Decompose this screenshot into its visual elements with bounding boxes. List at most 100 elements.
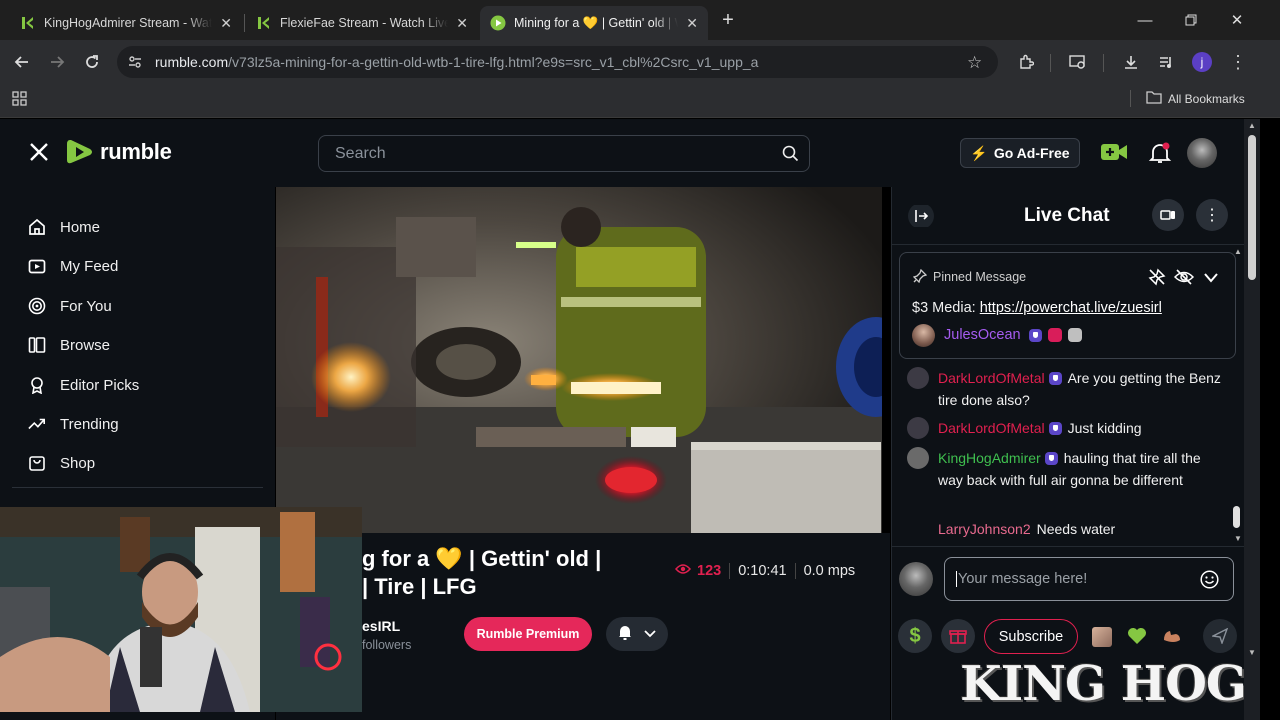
target-icon <box>28 297 46 315</box>
chat-scrollbar[interactable]: ▲ ▼ <box>1232 244 1242 546</box>
video-title: g for a 💛 | Gettin' old | | Tire | LFG <box>362 546 602 599</box>
channel-name[interactable]: esIRL <box>362 618 400 634</box>
pin-icon <box>912 268 928 288</box>
rumble-favicon-icon <box>256 15 272 31</box>
restore-icon[interactable] <box>1168 0 1214 40</box>
rumble-premium-button[interactable]: Rumble Premium <box>464 617 592 651</box>
collapse-chat-icon[interactable] <box>908 203 934 232</box>
search-input[interactable]: Search <box>318 135 810 172</box>
send-icon[interactable] <box>1203 619 1237 653</box>
chat-title: Live Chat <box>1024 205 1110 226</box>
home-icon <box>28 218 46 236</box>
browse-icon <box>28 336 46 354</box>
browser-tab[interactable]: KingHogAdmirer Stream - Watch Live on Ru… <box>10 6 242 40</box>
address-bar[interactable]: rumble.com/v73lz5a-mining-for-a-gettin-o… <box>117 46 998 78</box>
bell-icon <box>618 624 632 645</box>
new-tab-button[interactable]: + <box>712 0 744 40</box>
chevron-down-icon[interactable] <box>1204 270 1218 288</box>
apps-grid-icon[interactable] <box>12 91 27 111</box>
lightning-icon: ⚡ <box>970 144 988 161</box>
minimize-icon[interactable]: — <box>1122 0 1168 40</box>
chat-message-input[interactable]: Your message here! <box>944 557 1234 601</box>
bookmark-star-icon[interactable]: ☆ <box>967 53 982 73</box>
hide-eye-icon[interactable] <box>1173 268 1195 291</box>
browser-tab[interactable]: FlexieFae Stream - Watch Live on Rumble … <box>246 6 478 40</box>
browser-menu-icon[interactable]: ⋮ <box>1224 48 1252 76</box>
pinned-text: $3 Media: https://powerchat.live/zuesirl <box>912 300 1162 316</box>
subscribe-button[interactable]: Subscribe <box>984 619 1078 654</box>
site-info-icon[interactable] <box>127 54 143 75</box>
search-icon[interactable] <box>782 145 799 167</box>
rumble-logo-icon <box>67 140 92 164</box>
gift-icon[interactable] <box>941 619 975 653</box>
unpin-icon[interactable] <box>1148 268 1166 291</box>
chat-message: DarkLordOfMetal Are you getting the Benz … <box>938 370 1221 408</box>
shop-icon <box>28 454 46 472</box>
forward-icon[interactable] <box>43 48 71 76</box>
elapsed-time: 0:10:41 <box>738 563 787 579</box>
close-tab-icon[interactable]: ✕ <box>686 15 698 32</box>
sidebar-item-my-feed[interactable]: My Feed <box>28 254 118 278</box>
chat-popout-icon[interactable] <box>1152 199 1184 231</box>
flex-emote-icon[interactable] <box>1162 626 1182 651</box>
emote-icon[interactable] <box>1092 627 1112 647</box>
pinned-user[interactable]: JulesOcean <box>944 327 1082 343</box>
eye-icon <box>675 563 691 579</box>
trending-icon <box>28 415 46 433</box>
verified-badge-icon <box>1048 422 1062 435</box>
webcam-frame <box>0 507 362 712</box>
feed-icon <box>28 257 46 275</box>
go-ad-free-button[interactable]: ⚡ Go Ad-Free <box>960 138 1080 168</box>
sidebar-item-for-you[interactable]: For You <box>28 294 112 318</box>
verified-badge-icon <box>1028 328 1042 342</box>
all-bookmarks-button[interactable]: All Bookmarks <box>1146 90 1245 107</box>
notify-toggle-button[interactable] <box>606 617 668 651</box>
sidebar-item-browse[interactable]: Browse <box>28 333 110 357</box>
video-player[interactable] <box>276 187 882 533</box>
pinned-link[interactable]: https://powerchat.live/zuesirl <box>980 300 1162 316</box>
close-menu-icon[interactable] <box>28 141 50 168</box>
close-window-icon[interactable]: ✕ <box>1214 0 1260 40</box>
close-tab-icon[interactable]: ✕ <box>456 15 468 32</box>
bookmarks-bar <box>0 82 1280 118</box>
rumble-favicon-icon <box>20 15 36 31</box>
sidebar-item-home[interactable]: Home <box>28 215 100 239</box>
extensions-icon[interactable] <box>1012 48 1040 76</box>
sidebar-item-shop[interactable]: Shop <box>28 451 95 475</box>
sidebar-item-editor-picks[interactable]: Editor Picks <box>28 373 139 397</box>
cast-icon[interactable] <box>1064 48 1092 76</box>
rumble-play-favicon-icon <box>490 15 506 31</box>
downloads-icon[interactable] <box>1117 48 1145 76</box>
sidebar-item-trending[interactable]: Trending <box>28 412 119 436</box>
supporter-badge-icon <box>1047 328 1062 342</box>
viewer-count: 123 <box>697 563 722 579</box>
reload-icon[interactable] <box>78 48 106 76</box>
verified-badge-icon <box>1044 452 1058 465</box>
chat-options-icon[interactable]: ⋮ <box>1196 199 1228 231</box>
stream-watermark: KING HOG <box>960 656 1247 712</box>
notifications-bell-icon[interactable] <box>1148 141 1172 170</box>
rant-dollar-icon[interactable]: $ <box>898 619 932 653</box>
webcam-overlay <box>0 507 362 712</box>
avatar <box>907 417 929 439</box>
user-avatar[interactable] <box>1187 138 1217 168</box>
page-scrollbar[interactable]: ▲ ▼ <box>1244 119 1260 720</box>
go-live-camera-icon[interactable] <box>1100 141 1128 168</box>
heart-emote-icon[interactable] <box>1127 626 1147 651</box>
emoji-icon[interactable] <box>1200 570 1219 593</box>
url-text: rumble.com/v73lz5a-mining-for-a-gettin-o… <box>155 54 759 70</box>
video-stats: 123 0:10:41 0.0 mps <box>675 563 855 579</box>
chat-message: DarkLordOfMetal Just kidding <box>938 420 1142 436</box>
profile-avatar[interactable]: j <box>1192 52 1212 72</box>
bitrate: 0.0 mps <box>803 563 856 579</box>
rumble-logo[interactable]: rumble <box>64 136 172 168</box>
back-icon[interactable] <box>8 48 36 76</box>
chevron-down-icon <box>644 625 656 643</box>
avatar <box>907 367 929 389</box>
close-tab-icon[interactable]: ✕ <box>220 15 232 32</box>
ribbon-icon <box>28 376 46 394</box>
media-controls-icon[interactable] <box>1152 48 1180 76</box>
verified-badge-icon <box>1048 372 1062 385</box>
video-frame <box>276 187 882 533</box>
browser-tab-active[interactable]: Mining for a 💛 | Gettin' old | WTB 1 Tir… <box>480 6 708 40</box>
